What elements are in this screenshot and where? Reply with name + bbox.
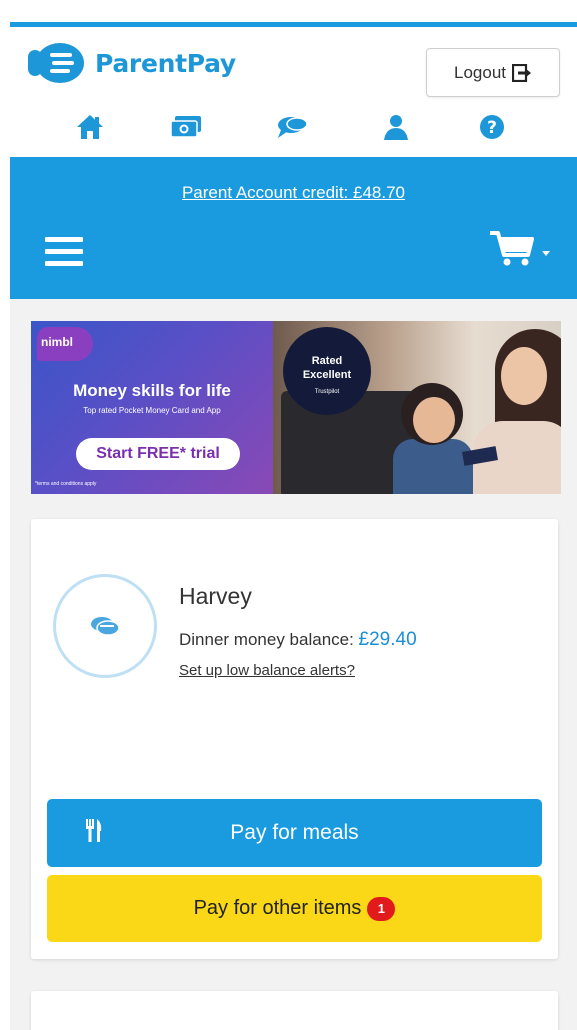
chevron-down-icon (542, 251, 550, 256)
logout-button[interactable]: Logout (426, 48, 560, 97)
pay-for-other-items-button[interactable]: Pay for other items 1 (47, 875, 542, 942)
main-content: nimbl Money skills for life Top rated Po… (10, 299, 577, 1030)
pay-for-other-items-label: Pay for other items (193, 897, 362, 919)
banner-terms: *terms and conditions apply (35, 481, 97, 487)
help-icon[interactable]: ? (474, 111, 510, 143)
start-free-trial-button[interactable]: Start FREE* trial (76, 438, 240, 470)
logout-icon (512, 63, 531, 82)
photo-adult-face (501, 347, 547, 405)
child-name: Harvey (179, 583, 252, 609)
rating-line-2: Excellent (302, 369, 352, 381)
logout-label: Logout (454, 62, 506, 82)
home-icon[interactable] (72, 111, 108, 143)
child-avatar (53, 574, 157, 678)
cart-icon (490, 231, 550, 266)
parent-account-credit-link[interactable]: Parent Account credit: £48.70 (10, 183, 577, 203)
basket-dropdown[interactable] (488, 229, 550, 269)
cutlery-icon (86, 819, 102, 842)
user-icon[interactable] (378, 111, 414, 143)
notification-badge: 1 (367, 896, 396, 921)
banner-text-panel: nimbl Money skills for life Top rated Po… (31, 321, 273, 494)
nimbl-brand: nimbl (41, 335, 73, 349)
photo-child-body (393, 439, 473, 494)
child-account-card: Harvey Dinner money balance: £29.40 Set … (31, 519, 558, 959)
rating-source: Trustpilot (314, 389, 340, 395)
menu-icon[interactable] (45, 237, 83, 267)
rating-line-1: Rated (311, 355, 343, 367)
parentpay-logo[interactable]: ParentPay (28, 42, 236, 84)
banner-photo: Rated Excellent Trustpilot (273, 321, 561, 494)
svg-text:?: ? (487, 118, 497, 138)
next-child-card (31, 991, 558, 1030)
low-balance-alerts-link[interactable]: Set up low balance alerts? (179, 662, 355, 679)
money-icon[interactable] (168, 111, 204, 143)
parentpay-hand-icon (28, 43, 84, 83)
dinner-money-balance: Dinner money balance: £29.40 (179, 629, 417, 651)
balance-label: Dinner money balance: (179, 630, 359, 649)
brand-name: ParentPay (95, 48, 236, 78)
header: ParentPay Logout (10, 28, 577, 103)
nimbl-promo-banner[interactable]: nimbl Money skills for life Top rated Po… (31, 321, 561, 494)
balance-amount: £29.40 (358, 629, 417, 650)
top-accent-line (10, 22, 577, 27)
pay-for-meals-button[interactable]: Pay for meals (47, 799, 542, 867)
banner-headline: Money skills for life (73, 381, 231, 400)
icon-navigation: ? (10, 105, 577, 149)
coins-icon (91, 617, 120, 636)
rated-excellent-badge: Rated Excellent Trustpilot (283, 327, 371, 415)
pay-for-meals-label: Pay for meals (230, 821, 359, 844)
account-credit-bar: Parent Account credit: £48.70 (10, 157, 577, 299)
photo-child-face (413, 397, 455, 443)
banner-subline: Top rated Pocket Money Card and App (83, 406, 221, 415)
chat-icon[interactable] (274, 111, 310, 143)
